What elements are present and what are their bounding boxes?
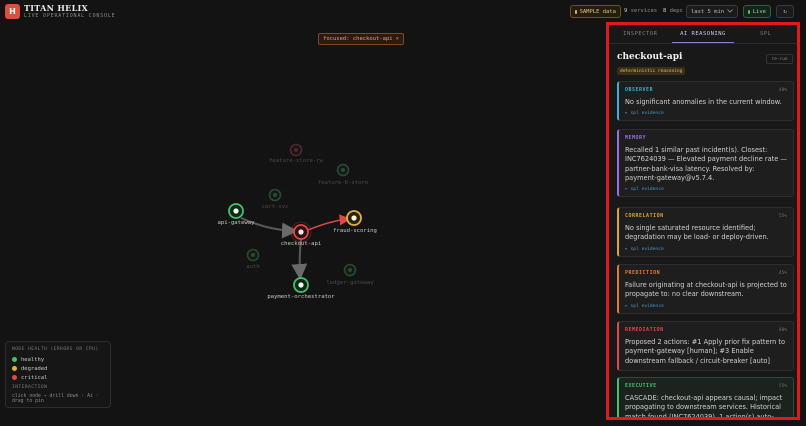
card-confidence: 55% <box>778 383 787 389</box>
focused-service-label: focused: checkout-api <box>323 36 393 42</box>
app-logo: H <box>5 4 20 19</box>
card-confidence: 80% <box>778 327 787 333</box>
node-label-feature-store-rw: feature-store-rw <box>269 158 324 164</box>
card-body: CASCADE: checkout-api appears causal; im… <box>625 394 783 420</box>
spl-evidence-toggle[interactable]: ▸ spl evidence <box>625 247 787 252</box>
card-header: MEMORY <box>625 134 787 142</box>
legend-title: NODE HEALTH (ERRORS OR CPU) <box>12 347 99 352</box>
card-header: OBSERVER 40% <box>625 86 787 94</box>
node-feature-store-rw[interactable]: feature-store-rw <box>269 143 324 165</box>
deps-stat: 8 deps <box>663 8 683 14</box>
node-payment-orchestrator[interactable]: payment-orchestrator <box>267 277 335 300</box>
degraded-dot-icon <box>12 366 17 371</box>
node-api-gateway[interactable]: api-gateway <box>217 203 255 226</box>
focused-service-chip[interactable]: focused: checkout-api × <box>318 33 404 45</box>
panel-tabs: INSPECTOR AI REASONING SPL <box>609 25 797 44</box>
close-icon[interactable]: × <box>396 36 399 42</box>
reasoning-card-executive: EXECUTIVE 55% CASCADE: checkout-api appear… <box>617 377 794 420</box>
card-body: No significant anomalies in the current … <box>625 98 782 106</box>
node-checkout-api[interactable]: checkout-api <box>281 221 321 247</box>
card-header: CORRELATION 55% <box>625 212 787 220</box>
live-dot-icon <box>748 9 750 14</box>
reasoning-mode-badge: deterministic reasoning <box>617 67 686 75</box>
refresh-icon: ↻ <box>783 8 787 15</box>
service-graph-canvas[interactable]: feature-store-rw feature-b-store cart-sv… <box>0 24 604 416</box>
sample-dot-icon <box>575 9 577 14</box>
card-kind: PREDICTION <box>625 270 661 276</box>
critical-dot-icon <box>12 375 17 380</box>
services-label: services <box>630 8 658 14</box>
refresh-button[interactable]: ↻ <box>776 5 794 18</box>
legend-label-degraded: degraded <box>21 365 48 372</box>
time-range-value: last 5 min <box>691 8 725 15</box>
chevron-down-icon <box>727 8 733 15</box>
node-label-cart-svc: cart-svc <box>262 204 289 210</box>
legend-label-healthy: healthy <box>21 356 45 363</box>
node-label-fraud-scoring: fraud-scoring <box>333 228 377 234</box>
node-label-checkout-api: checkout-api <box>281 241 321 247</box>
card-kind: EXECUTIVE <box>625 383 657 389</box>
card-kind: MEMORY <box>625 135 647 141</box>
app-title: TITAN HELIX <box>24 3 89 13</box>
legend-item-healthy: healthy <box>12 355 104 364</box>
legend-interaction-hint: click node → drill down · Ai · drag to p… <box>12 394 99 404</box>
node-feature-b-store[interactable]: feature-b-store <box>318 163 369 187</box>
reasoning-card-observer: OBSERVER 40% No significant anomalies in t… <box>617 81 794 122</box>
legend-item-critical: critical <box>12 373 104 382</box>
spl-evidence-toggle[interactable]: ▸ spl evidence <box>625 111 787 116</box>
node-ledger-gateway[interactable]: ledger-gateway <box>326 263 374 287</box>
spl-evidence-toggle[interactable]: ▸ spl evidence <box>625 304 787 309</box>
tab-spl[interactable]: SPL <box>734 25 797 43</box>
card-confidence: 40% <box>778 87 787 93</box>
card-body: Failure originating at checkout-api is p… <box>625 281 787 299</box>
deps-count: 8 <box>663 8 667 14</box>
services-stat: 9 services <box>624 8 657 14</box>
node-cart-svc[interactable]: cart-svc <box>262 188 289 211</box>
node-label-auth: auth <box>246 264 259 270</box>
sample-data-badge[interactable]: SAMPLE data <box>570 5 621 18</box>
spl-evidence-toggle[interactable]: ▸ spl evidence <box>625 187 787 192</box>
card-confidence: 55% <box>778 213 787 219</box>
sample-data-label: SAMPLE data <box>579 8 616 15</box>
app-subtitle: LIVE OPERATIONAL CONSOLE <box>24 13 116 19</box>
live-label: Live <box>752 8 766 15</box>
panel-scrollbar[interactable] <box>798 47 800 420</box>
reasoning-card-prediction: PREDICTION 45% Failure originating at chec… <box>617 264 794 314</box>
card-header: REMEDIATION 80% <box>625 326 787 334</box>
node-label-api-gateway: api-gateway <box>217 220 255 226</box>
time-range-select[interactable]: last 5 min <box>686 5 738 18</box>
card-body: Proposed 2 actions: #1 Apply prior fix p… <box>625 338 785 365</box>
card-header: PREDICTION 45% <box>625 269 787 277</box>
node-auth[interactable]: auth <box>246 248 260 271</box>
side-panel: INSPECTOR AI REASONING SPL checkout-api … <box>606 22 800 420</box>
graph-legend: NODE HEALTH (ERRORS OR CPU) healthy degr… <box>5 341 111 408</box>
node-label-ledger-gateway: ledger-gateway <box>326 280 374 286</box>
card-body: No single saturated resource identified;… <box>625 224 769 242</box>
tab-ai-reasoning[interactable]: AI REASONING <box>671 25 735 43</box>
tab-inspector[interactable]: INSPECTOR <box>609 25 672 43</box>
rerun-button[interactable]: re-run <box>766 54 793 64</box>
reasoning-card-correlation: CORRELATION 55% No single saturated resour… <box>617 207 794 257</box>
reasoning-card-remediation: REMEDIATION 80% Proposed 2 actions: #1 App… <box>617 321 794 371</box>
card-kind: REMEDIATION <box>625 327 664 333</box>
service-title: checkout-api <box>617 52 683 62</box>
legend-interaction-title: INTERACTION <box>12 385 48 390</box>
legend-item-degraded: degraded <box>12 364 104 373</box>
node-fraud-scoring[interactable]: fraud-scoring <box>333 210 377 234</box>
card-body: Recalled 1 similar past incident(s). Clo… <box>625 146 787 182</box>
legend-label-critical: critical <box>21 374 48 381</box>
card-kind: CORRELATION <box>625 213 664 219</box>
live-toggle[interactable]: Live <box>743 5 771 18</box>
reasoning-card-memory: MEMORY Recalled 1 similar past incident(s… <box>617 129 794 198</box>
card-kind: OBSERVER <box>625 87 654 93</box>
card-header: EXECUTIVE 55% <box>625 382 787 390</box>
top-bar: H TITAN HELIX LIVE OPERATIONAL CONSOLE S… <box>0 0 806 24</box>
node-label-feature-b-store: feature-b-store <box>318 180 369 186</box>
services-count: 9 <box>624 8 628 14</box>
card-confidence: 45% <box>778 270 787 276</box>
node-label-payment-orchestrator: payment-orchestrator <box>267 294 335 300</box>
deps-label: deps <box>669 8 683 14</box>
healthy-dot-icon <box>12 357 17 362</box>
